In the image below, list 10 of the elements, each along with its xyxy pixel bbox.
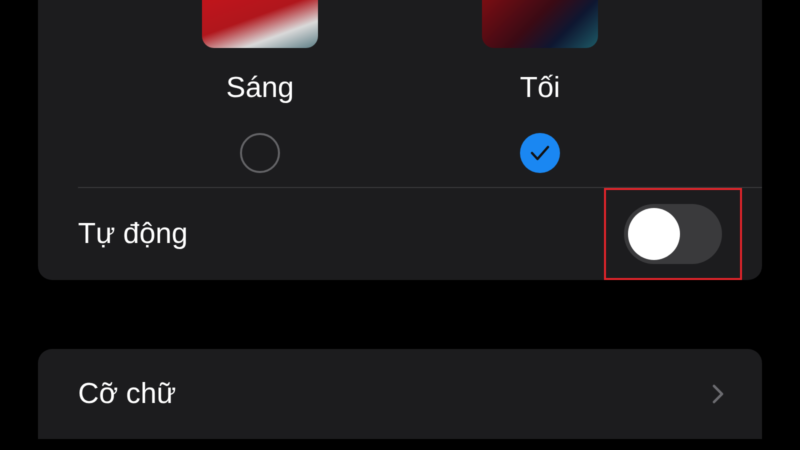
wallpaper-preview[interactable] [202, 0, 318, 48]
chevron-right-icon [712, 384, 724, 404]
checkmark-icon [530, 145, 550, 161]
radio-button[interactable] [520, 133, 560, 173]
option-label: Sáng [226, 71, 294, 106]
settings-row[interactable]: Cỡ chữ [38, 349, 762, 439]
row-label: Cỡ chữ [78, 378, 176, 410]
option-label: Tối [520, 71, 560, 106]
row-label: Tự động [78, 218, 188, 250]
radio-button[interactable] [240, 133, 280, 173]
